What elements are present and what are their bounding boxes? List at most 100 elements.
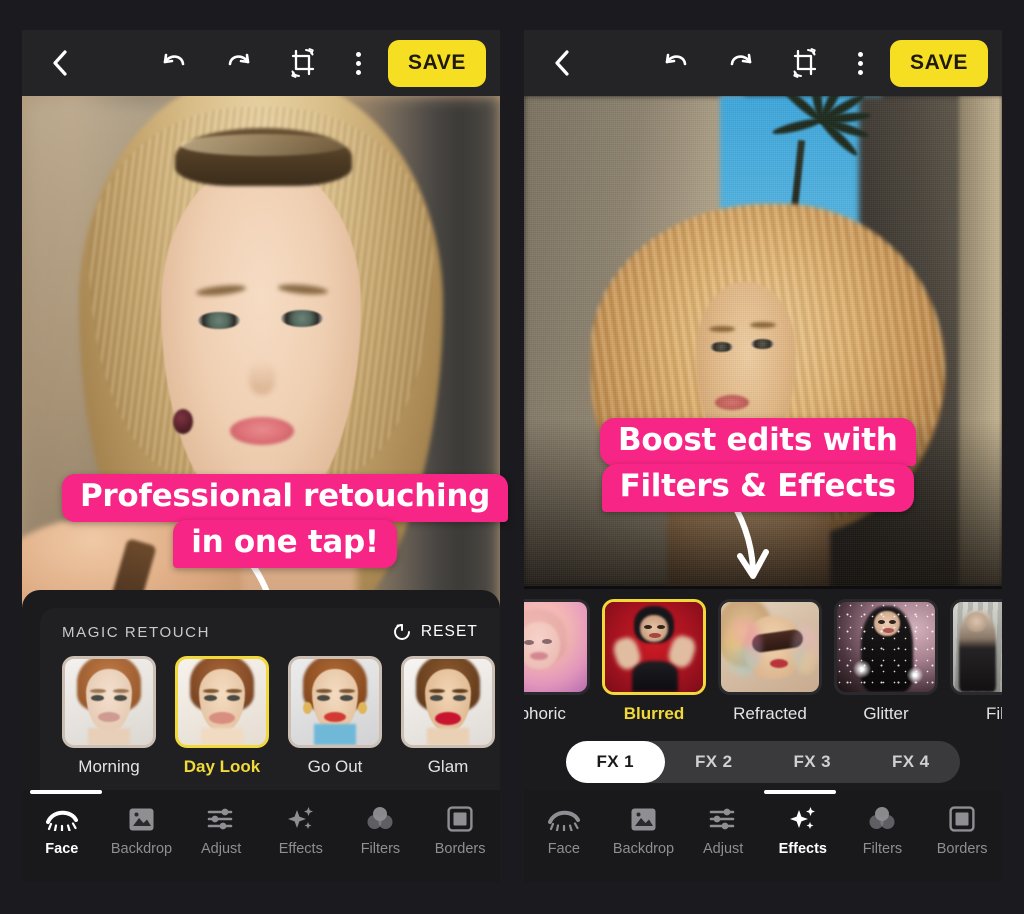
callout-left: Professional retouching in one tap! [62, 474, 508, 568]
redo-arrow-icon [731, 53, 752, 66]
crop-rotate-button[interactable] [782, 40, 828, 86]
tool-borders[interactable]: Borders [423, 804, 497, 857]
portrait-photo-flying-hair [524, 96, 1002, 586]
callout-line-1: Boost edits with [600, 418, 916, 466]
effect-thumbnail [834, 599, 938, 695]
tool-label: Adjust [702, 841, 744, 857]
photo-lips [715, 394, 750, 410]
preset-thumbnail [175, 656, 269, 748]
eye-lash-icon [547, 804, 580, 834]
three-circles-icon [366, 804, 394, 834]
tool-borders[interactable]: Borders [925, 804, 999, 857]
photo-nose [249, 361, 276, 395]
magic-retouch-header: MAGIC RETOUCH RESET [40, 608, 500, 642]
sparkles-icon [287, 804, 315, 834]
redo-button[interactable] [718, 40, 764, 86]
overflow-menu-icon [356, 51, 362, 75]
square-frame-icon [447, 804, 473, 834]
back-button[interactable] [538, 40, 584, 86]
tool-effects[interactable]: Effects [264, 804, 338, 857]
preset-thumbnail [288, 656, 382, 748]
fx-tab-4[interactable]: FX 4 [862, 741, 961, 783]
fx-tab-2[interactable]: FX 2 [665, 741, 764, 783]
effect-thumbnail [602, 599, 706, 695]
preset-thumbnail [62, 656, 156, 748]
more-options-button[interactable] [336, 40, 382, 86]
image-mountain-icon [630, 804, 657, 834]
effect-blurred[interactable]: Blurred [602, 599, 706, 724]
tool-label: Backdrop [110, 841, 173, 857]
preset-label: Morning [78, 757, 140, 776]
effect-thumbnail [718, 599, 822, 695]
crop-rotate-button[interactable] [280, 40, 326, 86]
effect-label: Refracted [733, 704, 807, 723]
tool-effects[interactable]: Effects [766, 804, 840, 857]
reset-circular-arrow-icon [393, 624, 410, 640]
effect-label: Film [985, 704, 1002, 723]
more-options-button[interactable] [838, 40, 884, 86]
overflow-menu-icon [858, 51, 864, 75]
chevron-left-icon [52, 50, 67, 76]
effect-thumbnail [524, 599, 590, 695]
reset-button[interactable]: RESET [392, 622, 478, 642]
three-circles-icon [868, 804, 896, 834]
effects-strip[interactable]: uphoric Blurred [524, 589, 1002, 734]
preset-label: Day Look [183, 757, 261, 776]
callout-line-1: Professional retouching [62, 474, 508, 522]
effect-label: uphoric [524, 704, 566, 723]
callout-line-2: Filters & Effects [601, 463, 914, 512]
fx-tab-1[interactable]: FX 1 [566, 741, 665, 783]
bottom-tool-nav-left: Face Backdrop Adjust Effects Filters Bor… [22, 790, 500, 882]
undo-button[interactable] [654, 40, 700, 86]
tool-adjust[interactable]: Adjust [184, 804, 258, 857]
redo-arrow-icon [229, 53, 250, 66]
preset-label: Glam [427, 757, 469, 776]
screenshot-stage: SAVE MAGIC RETOUCH RESET Morning Day Loo… [0, 0, 1024, 914]
magic-retouch-panel: MAGIC RETOUCH RESET Morning Day Look Go … [22, 590, 500, 796]
undo-arrow-icon [164, 53, 185, 66]
bottom-tool-nav-right: Face Backdrop Adjust Effects Filters Bor… [524, 790, 1002, 882]
effect-glitter[interactable]: Glitter [834, 599, 938, 724]
effects-strip-scroller[interactable]: uphoric Blurred [524, 589, 1002, 724]
tool-face[interactable]: Face [527, 804, 601, 857]
preset-glam[interactable]: Glam [401, 656, 495, 777]
callout-right: Boost edits with Filters & Effects [600, 418, 916, 512]
sparkles-icon [789, 804, 817, 834]
photo-lips [229, 416, 294, 445]
tool-label: Effects [278, 841, 323, 857]
effect-label: Blurred [623, 704, 685, 723]
undo-button[interactable] [152, 40, 198, 86]
fx-tab-3[interactable]: FX 3 [763, 741, 862, 783]
save-button[interactable]: SAVE [889, 39, 988, 87]
preset-day-look[interactable]: Day Look [175, 656, 269, 777]
tool-label: Filters [862, 841, 903, 857]
photo-canvas-right[interactable] [524, 96, 1002, 586]
tool-backdrop[interactable]: Backdrop [104, 804, 178, 857]
effect-euphoric[interactable]: uphoric [524, 599, 590, 724]
tool-backdrop[interactable]: Backdrop [606, 804, 680, 857]
preset-go-out[interactable]: Go Out [288, 656, 382, 777]
preset-morning[interactable]: Morning [62, 656, 156, 777]
back-button[interactable] [36, 40, 82, 86]
redo-button[interactable] [216, 40, 262, 86]
effect-film[interactable]: Film [950, 599, 1002, 724]
square-frame-icon [949, 804, 975, 834]
tool-label: Filters [360, 841, 401, 857]
tool-label: Borders [936, 841, 988, 857]
tool-face[interactable]: Face [25, 804, 99, 857]
effect-refracted[interactable]: Refracted [718, 599, 822, 724]
photo-palm-fronds [771, 96, 872, 216]
save-button[interactable]: SAVE [387, 39, 486, 87]
preset-thumbnail [401, 656, 495, 748]
preset-label: Go Out [307, 757, 363, 776]
tool-filters[interactable]: Filters [343, 804, 417, 857]
panel-title: MAGIC RETOUCH [62, 623, 211, 641]
tool-label: Face [45, 841, 79, 857]
fx-tabs-bar: FX 1 FX 2 FX 3 FX 4 [524, 734, 1002, 790]
tool-adjust[interactable]: Adjust [686, 804, 760, 857]
tool-filters[interactable]: Filters [845, 804, 919, 857]
editor-toolbar-left: SAVE [22, 30, 500, 96]
tool-label: Adjust [200, 841, 242, 857]
tool-label: Borders [434, 841, 486, 857]
effect-label: Glitter [863, 704, 909, 723]
